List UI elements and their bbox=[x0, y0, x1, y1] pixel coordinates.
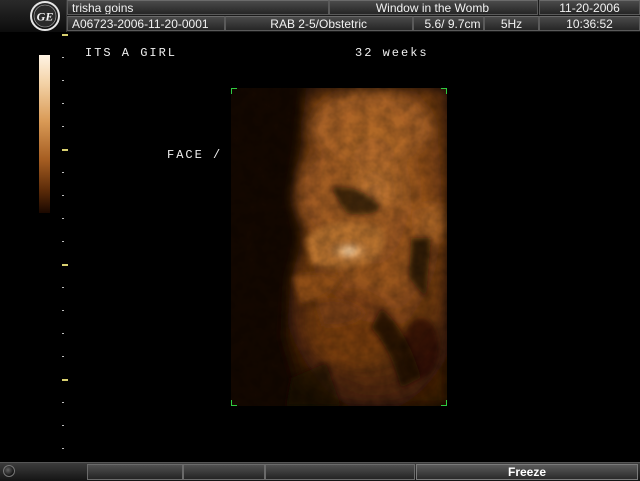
exam-time: 10:36:52 bbox=[539, 16, 640, 31]
soft-key-1[interactable] bbox=[87, 464, 183, 480]
depth-tick-minor bbox=[62, 126, 64, 127]
depth-tick-major bbox=[62, 149, 68, 151]
depth-tick-minor bbox=[62, 195, 64, 196]
exam-date: 11-20-2006 bbox=[539, 0, 640, 15]
depth-tick-minor bbox=[62, 80, 64, 81]
depth-tick-minor bbox=[62, 310, 64, 311]
depth-tick-major bbox=[62, 34, 68, 36]
gender-annotation: ITS A GIRL bbox=[85, 46, 178, 60]
roi-corner-bottom-left bbox=[231, 400, 237, 406]
trackball-icon[interactable] bbox=[3, 465, 15, 477]
frequency-readout: 5Hz bbox=[484, 16, 539, 31]
freeze-button[interactable]: Freeze bbox=[416, 464, 638, 480]
depth-tick-minor bbox=[62, 287, 64, 288]
depth-readout: 5.6/ 9.7cm bbox=[413, 16, 484, 31]
probe-preset: RAB 2-5/Obstetric bbox=[225, 16, 413, 31]
roi-corner-top-left bbox=[231, 88, 237, 94]
fetal-render-image bbox=[231, 88, 447, 406]
roi-corner-top-right bbox=[441, 88, 447, 94]
depth-tick-minor bbox=[62, 241, 64, 242]
depth-tick-minor bbox=[62, 425, 64, 426]
color-map-bar bbox=[39, 55, 50, 213]
depth-tick-minor bbox=[62, 172, 64, 173]
depth-tick-minor bbox=[62, 333, 64, 334]
depth-tick-major bbox=[62, 379, 68, 381]
depth-tick-minor bbox=[62, 448, 64, 449]
depth-tick-minor bbox=[62, 356, 64, 357]
depth-tick-minor bbox=[62, 402, 64, 403]
header-bar: GE trisha goins Window in the Womb 11-20… bbox=[0, 0, 640, 32]
institution-title: Window in the Womb bbox=[329, 0, 538, 15]
gestation-annotation: 32 weeks bbox=[355, 46, 429, 60]
roi-corner-bottom-right bbox=[441, 400, 447, 406]
exam-id: A06723-2006-11-20-0001 bbox=[67, 16, 225, 31]
ge-logo-icon: GE bbox=[0, 0, 67, 32]
footer-bar: Freeze bbox=[0, 462, 640, 481]
depth-tick-minor bbox=[62, 103, 64, 104]
depth-scale bbox=[62, 32, 68, 462]
soft-key-2[interactable] bbox=[183, 464, 265, 480]
ultrasound-3d-render[interactable] bbox=[231, 88, 447, 406]
patient-name: trisha goins bbox=[67, 0, 329, 15]
depth-tick-minor bbox=[62, 218, 64, 219]
svg-text:GE: GE bbox=[37, 10, 54, 24]
depth-tick-major bbox=[62, 264, 68, 266]
soft-key-3[interactable] bbox=[265, 464, 415, 480]
depth-tick-minor bbox=[62, 57, 64, 58]
